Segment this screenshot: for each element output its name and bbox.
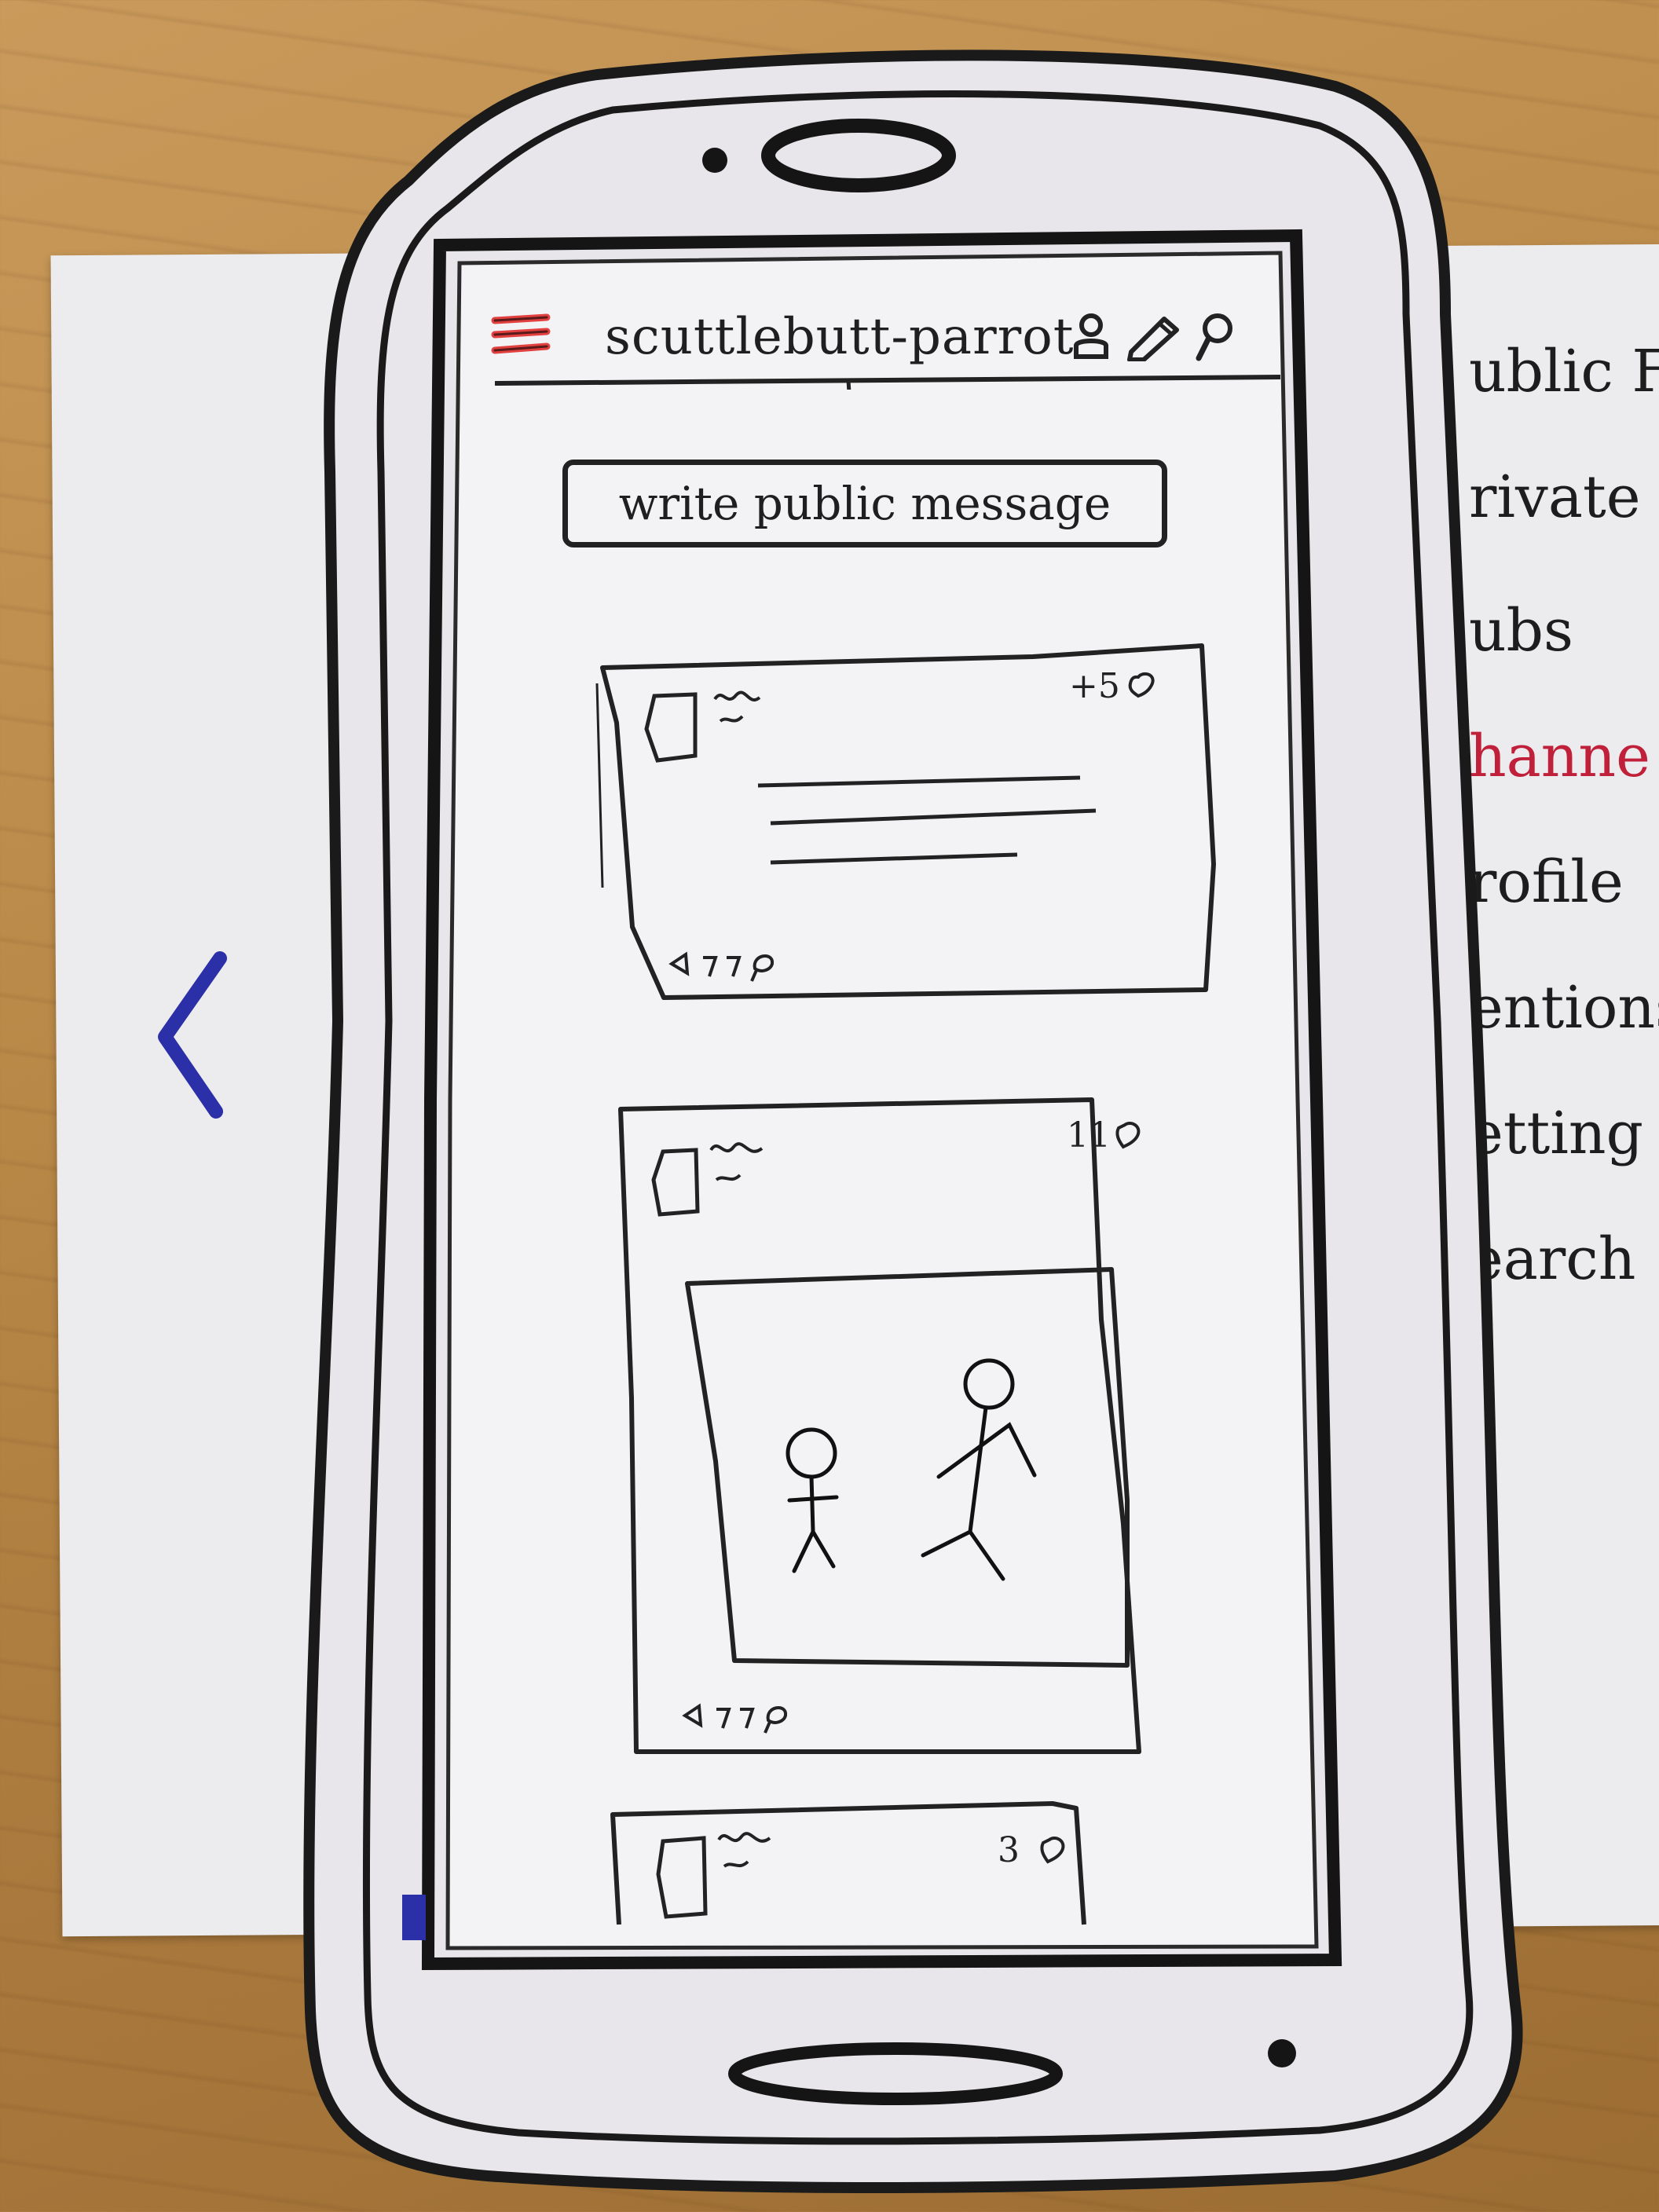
avatar xyxy=(656,1836,708,1919)
like-count: 11 xyxy=(1067,1115,1111,1155)
like-count: +5 xyxy=(1069,666,1120,706)
app-screen: scuttlebutt-parrot write public message … xyxy=(463,259,1296,1925)
like-icon[interactable] xyxy=(1037,1835,1068,1866)
post-card[interactable]: 11 xyxy=(618,1084,1170,1775)
like-icon xyxy=(668,951,690,976)
person-icon[interactable] xyxy=(1070,311,1112,361)
like-count: 3 xyxy=(998,1830,1020,1870)
share-icon xyxy=(703,956,718,977)
top-app-bar: scuttlebutt-parrot xyxy=(463,295,1296,390)
like-icon[interactable] xyxy=(1112,1120,1144,1152)
post-actions xyxy=(682,1703,787,1734)
post-card[interactable]: +5 xyxy=(593,628,1216,1021)
comment-icon xyxy=(750,954,774,982)
topbar-divider xyxy=(495,375,1281,390)
reply-icon xyxy=(740,1708,755,1729)
author-name xyxy=(717,1832,771,1868)
avatar xyxy=(651,1148,700,1217)
post-text-lines xyxy=(757,775,1097,865)
hamburger-icon[interactable] xyxy=(490,309,553,364)
stick-figure-adult xyxy=(921,1358,1037,1581)
write-message-button[interactable]: write public message xyxy=(562,460,1167,548)
share-icon xyxy=(716,1708,731,1729)
post-actions xyxy=(668,951,774,982)
stick-figure-child xyxy=(786,1427,839,1573)
comment-icon xyxy=(764,1706,787,1734)
like-icon xyxy=(682,1703,703,1728)
author-name xyxy=(709,1142,764,1181)
avatar xyxy=(644,692,698,763)
reply-icon xyxy=(727,956,742,977)
pen-icon[interactable] xyxy=(1125,311,1183,361)
post-card[interactable]: 3 xyxy=(610,1791,1100,1925)
search-icon[interactable] xyxy=(1194,311,1236,361)
author-name xyxy=(713,690,761,723)
app-title: scuttlebutt-parrot xyxy=(605,308,1075,366)
post-image[interactable] xyxy=(685,1265,1130,1673)
